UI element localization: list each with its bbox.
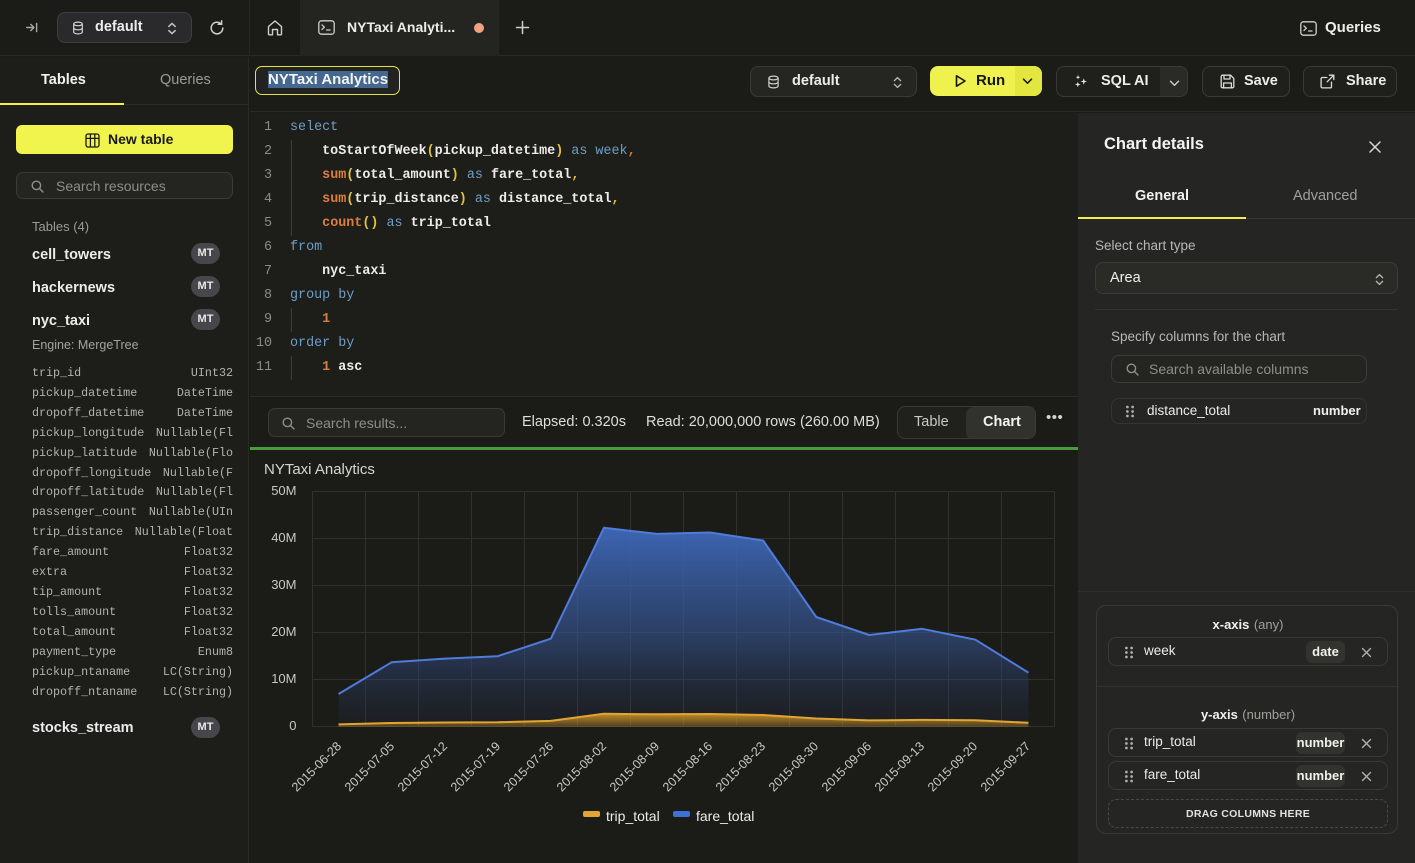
svg-text:2015-09-20: 2015-09-20 [925, 739, 980, 794]
svg-text:50M: 50M [271, 483, 296, 498]
svg-text:2015-07-19: 2015-07-19 [448, 739, 503, 794]
svg-text:2015-07-12: 2015-07-12 [395, 739, 450, 794]
svg-text:2015-06-28: 2015-06-28 [289, 739, 344, 794]
svg-text:2015-09-06: 2015-09-06 [819, 739, 874, 794]
svg-text:2015-08-16: 2015-08-16 [660, 739, 715, 794]
svg-text:40M: 40M [271, 530, 296, 545]
svg-text:2015-08-02: 2015-08-02 [554, 739, 609, 794]
svg-text:2015-08-30: 2015-08-30 [766, 739, 821, 794]
svg-text:2015-08-09: 2015-08-09 [607, 739, 662, 794]
svg-text:2015-09-13: 2015-09-13 [872, 739, 927, 794]
svg-text:2015-07-05: 2015-07-05 [342, 739, 397, 794]
svg-text:2015-07-26: 2015-07-26 [501, 739, 556, 794]
svg-text:2015-08-23: 2015-08-23 [713, 739, 768, 794]
svg-text:0: 0 [289, 718, 296, 733]
svg-text:30M: 30M [271, 577, 296, 592]
svg-text:10M: 10M [271, 671, 296, 686]
svg-text:fare_total: fare_total [696, 808, 754, 824]
svg-text:2015-09-27: 2015-09-27 [978, 739, 1033, 794]
svg-text:20M: 20M [271, 624, 296, 639]
svg-text:trip_total: trip_total [606, 808, 660, 824]
